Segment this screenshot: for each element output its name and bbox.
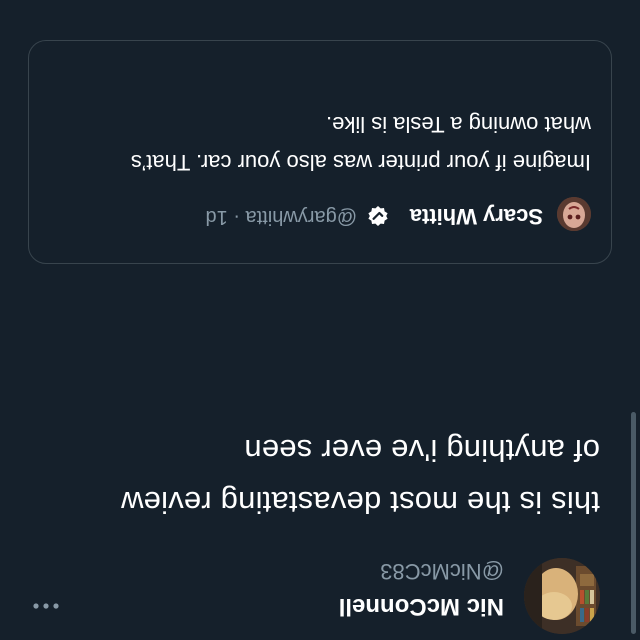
- more-horizontal-icon[interactable]: [28, 594, 64, 618]
- tweet-text: this is the most devastating review of a…: [20, 424, 600, 528]
- tweet-view: Nic McConnell @NicMcC83 this is the most…: [0, 0, 640, 640]
- quoted-tweet-card[interactable]: Scary Whitta @garywhitta · 1d Imagine if…: [28, 40, 612, 264]
- quoted-avatar-photo: [557, 197, 591, 231]
- author-handle[interactable]: @NicMcC83: [380, 558, 504, 584]
- verified-badge-icon: [367, 205, 389, 227]
- tweet-text-line: this is the most devastating review: [120, 485, 600, 520]
- quoted-author-name: Scary Whitta: [409, 204, 543, 229]
- quoted-avatar: [557, 197, 591, 231]
- quoted-text-line: Imagine if your printer was also your ca…: [130, 150, 591, 175]
- quoted-text-line: what owning a Tesla is like.: [326, 112, 591, 137]
- quoted-meta: @garywhitta · 1d: [205, 206, 357, 228]
- scrollbar[interactable]: [631, 412, 636, 634]
- quoted-tweet-text: Imagine if your printer was also your ca…: [31, 105, 591, 181]
- author-name[interactable]: Nic McConnell: [339, 592, 504, 620]
- avatar-photo: [524, 558, 600, 634]
- avatar[interactable]: [524, 558, 600, 634]
- tweet-text-line: of anything i've ever seen: [244, 433, 600, 468]
